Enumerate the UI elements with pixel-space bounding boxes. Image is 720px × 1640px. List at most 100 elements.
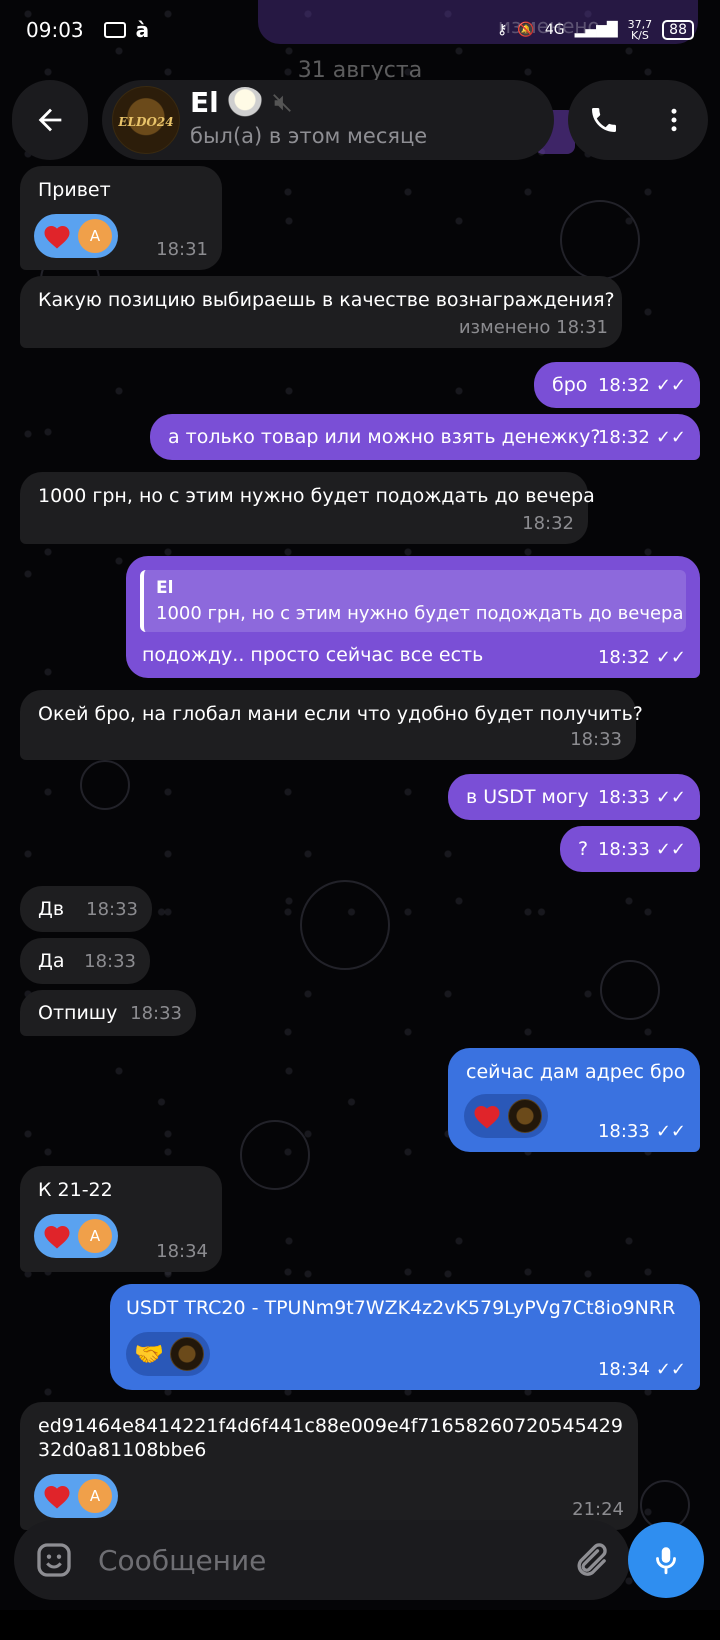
message-outgoing[interactable]: ? 18:33 ✓✓ [560,826,700,872]
message-text: Да [38,950,65,972]
double-check-icon: ✓✓ [655,375,686,396]
message-text: 1000 грн, но с этим нужно будет подождат… [38,485,595,507]
message-outgoing[interactable]: USDT TRC20 - TPUNm9t7WZK4z2vK579LyPVg7Ct… [110,1284,700,1390]
message-incoming[interactable]: Какую позицию выбираешь в качестве возна… [20,276,622,348]
message-incoming[interactable]: Да 18:33 [20,938,150,984]
double-check-icon: ✓✓ [655,787,686,808]
message-meta: 18:33 ✓✓ [597,787,686,808]
reactor-avatar: A [78,1219,112,1253]
double-check-icon: ✓✓ [655,1359,686,1380]
message-meta: 18:33 [130,1003,182,1024]
status-bar: 09:03 à ⚷ 🔕 4G ▂▄▆█ 37,7 K/S 88 [0,0,720,60]
wallet-icon [103,22,126,38]
message-text: Дв [38,898,65,920]
message-incoming[interactable]: Привет A 18:31 [20,166,222,270]
message-outgoing[interactable]: сейчас дам адрес бро 18:33 ✓✓ [448,1048,700,1152]
message-text: К 21-22 [38,1179,113,1201]
message-incoming[interactable]: Окей бро, на глобал мани если что удобно… [20,690,643,760]
reaction-chip[interactable]: A [34,1214,118,1258]
network-label: 4G [544,22,565,38]
quote-author: El [156,578,174,598]
reactor-avatar [170,1337,204,1371]
avatar[interactable]: ELDO24 [112,86,180,154]
message-meta: 18:34 ✓✓ [597,1359,686,1380]
double-check-icon: ✓✓ [655,839,686,860]
reaction-chip[interactable]: 🤝 [126,1332,210,1376]
message-text: Окей бро, на глобал мани если что удобно… [38,703,643,725]
handshake-icon: 🤝 [134,1340,164,1368]
message-meta: 18:32 ✓✓ [597,375,686,396]
chat-title: El [190,86,293,119]
message-meta: 18:34 [156,1241,208,1262]
reaction-chip[interactable]: A [34,214,118,258]
double-check-icon: ✓✓ [655,1121,686,1142]
header-actions [568,80,708,160]
message-meta: 18:32 ✓✓ [597,647,686,668]
arrow-left-icon [38,108,62,132]
reactor-avatar: A [78,219,112,253]
message-text: сейчас дам адрес бро [466,1061,686,1083]
message-text-continued: 32d0a81108bbe6 [38,1439,207,1461]
reactor-avatar: A [78,1479,112,1513]
voice-record-button[interactable] [628,1522,704,1598]
heart-icon [40,1219,74,1253]
speed-indicator: 37,7 K/S [627,18,653,42]
message-incoming[interactable]: Дв 18:33 [20,886,152,932]
message-text: Привет [38,179,111,201]
message-composer: Сообщение [14,1520,630,1600]
message-outgoing[interactable]: в USDT могу 18:33 ✓✓ [448,774,700,820]
battery-icon: 88 [662,20,694,40]
message-incoming[interactable]: К 21-22 A 18:34 [20,1166,222,1272]
more-vertical-icon[interactable] [659,105,689,135]
muted-icon [272,93,291,112]
message-outgoing-reply[interactable]: El 1000 грн, но с этим нужно будет подож… [126,556,700,678]
message-meta: 21:24 [572,1499,624,1520]
message-meta: 18:32 ✓✓ [597,427,686,448]
message-incoming[interactable]: 1000 грн, но с этим нужно будет подождат… [20,472,595,544]
message-text: ed91464e8414221f4d6f441c88e009e4f7165826… [38,1415,623,1437]
message-text: Какую позицию выбираешь в качестве возна… [38,289,615,311]
heart-icon [40,1479,74,1513]
double-check-icon: ✓✓ [655,647,686,668]
message-text: подожду.. просто сейчас все есть [142,644,484,666]
sticker-icon[interactable] [34,1540,74,1580]
chat-info[interactable]: ELDO24 El был(а) в этом месяце [102,80,554,160]
navigation-bar [0,1610,720,1640]
reaction-chip[interactable]: A [34,1474,118,1518]
message-text: в USDT могу [466,786,589,808]
message-meta: 18:33 ✓✓ [597,1121,686,1142]
key-icon: ⚷ [497,22,508,38]
back-button[interactable] [12,80,88,160]
message-text: бро [552,374,588,396]
message-text: Отпишу [38,1002,118,1024]
reply-quote[interactable]: El 1000 грн, но с этим нужно будет подож… [140,570,686,632]
message-meta: 18:33 [84,951,136,972]
message-meta: 18:31 [156,239,208,260]
last-seen: был(а) в этом месяце [190,124,428,148]
message-meta: 18:33 ✓✓ [597,839,686,860]
message-text: ? [578,838,589,860]
message-text: USDT TRC20 - TPUNm9t7WZK4z2vK579LyPVg7Ct… [126,1297,676,1319]
message-outgoing[interactable]: бро 18:32 ✓✓ [534,362,700,408]
dnd-icon: 🔕 [517,22,535,38]
message-incoming[interactable]: ed91464e8414221f4d6f441c88e009e4f7165826… [20,1402,638,1530]
app-icon: à [135,18,150,42]
message-input[interactable]: Сообщение [98,1544,266,1577]
double-check-icon: ✓✓ [655,427,686,448]
clock: 09:03 [26,18,84,42]
heart-icon [40,219,74,253]
phone-icon[interactable] [588,104,620,136]
message-outgoing[interactable]: а только товар или можно взять денежку? … [150,414,700,460]
emoji-status-icon [226,86,263,119]
chat-header: ELDO24 El был(а) в этом месяце [12,80,708,160]
signal-icon: ▂▄▆█ [574,22,618,38]
message-text: а только товар или можно взять денежку? [168,426,601,448]
message-meta: 18:33 [570,729,622,750]
heart-icon [470,1099,504,1133]
paperclip-icon[interactable] [570,1540,610,1580]
reaction-chip[interactable] [464,1094,548,1138]
message-incoming[interactable]: Отпишу 18:33 [20,990,196,1036]
microphone-icon [656,1547,676,1575]
message-meta: 18:32 [522,513,574,534]
message-meta: изменено 18:31 [458,317,608,338]
